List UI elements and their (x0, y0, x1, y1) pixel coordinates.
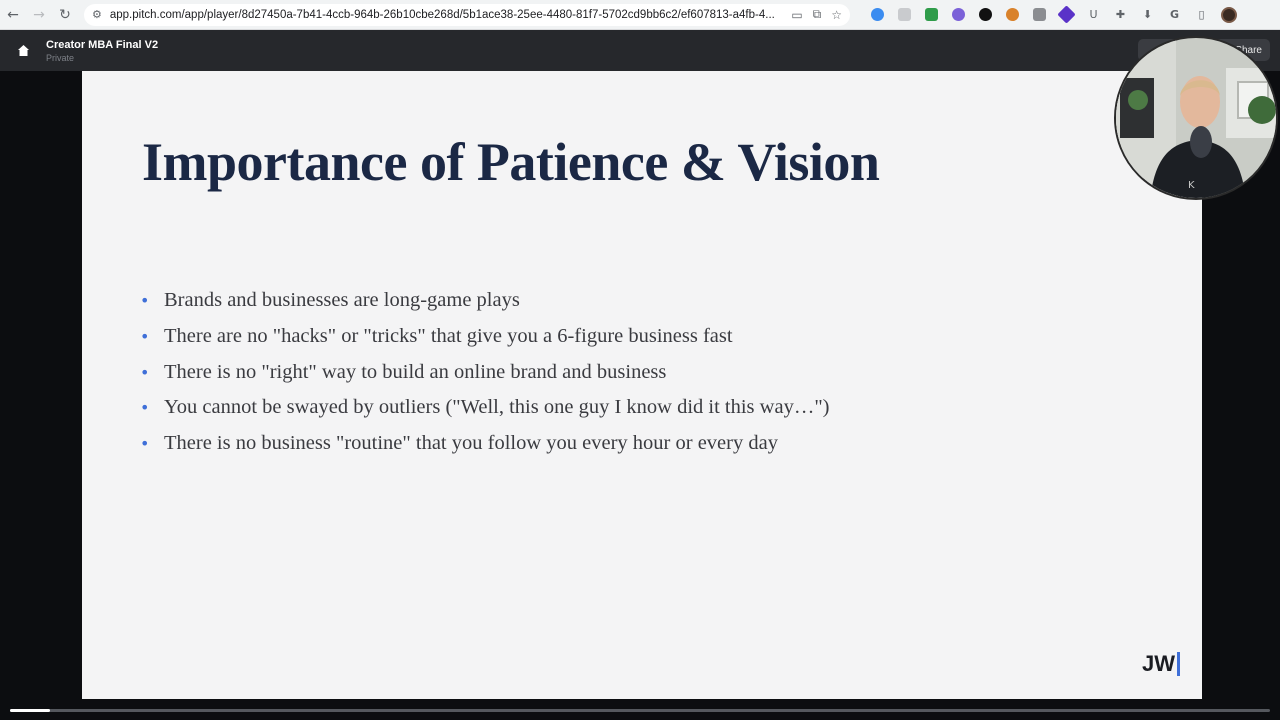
webcam-overlay[interactable]: K (1114, 36, 1278, 200)
google-icon[interactable]: G (1161, 0, 1188, 30)
forward-arrow-icon[interactable]: → (26, 0, 52, 30)
address-bar[interactable]: ⚙ app.pitch.com/app/player/8d27450a-7b41… (84, 3, 850, 26)
profile-avatar-icon[interactable] (1215, 0, 1242, 30)
extension-puzzle-grey-icon[interactable] (1026, 0, 1053, 30)
presentation-stage: Importance of Patience & Vision • Brands … (0, 71, 1280, 699)
bookmark-star-icon[interactable]: ☆ (831, 8, 842, 22)
svg-text:K: K (1188, 180, 1195, 191)
extension-orange-icon[interactable] (999, 0, 1026, 30)
app-header: Creator MBA Final V2 Private Share (0, 30, 1280, 71)
bullet-dot-icon: • (140, 291, 150, 311)
extension-gear-icon[interactable] (945, 0, 972, 30)
site-info-icon[interactable]: ⚙ (92, 8, 102, 21)
extension-black-icon[interactable] (972, 0, 999, 30)
bullet-dot-icon: • (140, 398, 150, 418)
bullet-item: • There is no "right" way to build an onl… (140, 360, 667, 383)
bullet-item: • You cannot be swayed by outliers ("Well… (140, 396, 830, 419)
extension-grey-icon[interactable] (891, 0, 918, 30)
progress-area (0, 699, 1280, 720)
slide[interactable]: Importance of Patience & Vision • Brands … (82, 71, 1202, 699)
bullet-dot-icon: • (140, 362, 150, 382)
extension-green-icon[interactable] (918, 0, 945, 30)
home-icon[interactable] (0, 30, 46, 71)
bullet-item: • There is no business "routine" that you… (140, 432, 778, 455)
bullet-item: • Brands and businesses are long-game pla… (140, 289, 520, 312)
deck-title[interactable]: Creator MBA Final V2 (46, 39, 158, 51)
install-app-icon[interactable]: ⧉ (813, 7, 822, 22)
slide-progress-bar[interactable] (10, 709, 1270, 712)
extension-u-icon[interactable]: U (1080, 0, 1107, 30)
webcam-feed: K (1116, 38, 1276, 198)
bullet-list: • Brands and businesses are long-game pla… (140, 283, 830, 461)
slide-title: Importance of Patience & Vision (142, 132, 880, 192)
bullet-item: • There are no "hacks" or "tricks" that g… (140, 325, 733, 348)
back-arrow-icon[interactable]: ← (0, 0, 26, 30)
camera-icon[interactable]: ▭ (791, 8, 802, 22)
deck-info: Creator MBA Final V2 Private (46, 39, 158, 63)
deck-visibility: Private (46, 52, 75, 63)
extension-purple-icon[interactable] (1053, 0, 1080, 30)
bullet-dot-icon: • (140, 434, 150, 454)
download-icon[interactable]: ⬇ (1134, 0, 1161, 30)
extensions-puzzle-icon[interactable]: ✚ (1107, 0, 1134, 30)
extension-blue-icon[interactable] (864, 0, 891, 30)
reload-icon[interactable]: ↻ (52, 0, 78, 30)
side-panel-icon[interactable]: ▯ (1188, 0, 1215, 30)
progress-fill (10, 709, 51, 712)
jw-logo: JW (1142, 651, 1180, 677)
bullet-dot-icon: • (140, 327, 150, 347)
browser-toolbar: ← → ↻ ⚙ app.pitch.com/app/player/8d27450… (0, 0, 1280, 30)
extensions-row: U ✚ ⬇ G ▯ (864, 0, 1242, 30)
url-text[interactable]: app.pitch.com/app/player/8d27450a-7b41-4… (110, 9, 781, 21)
